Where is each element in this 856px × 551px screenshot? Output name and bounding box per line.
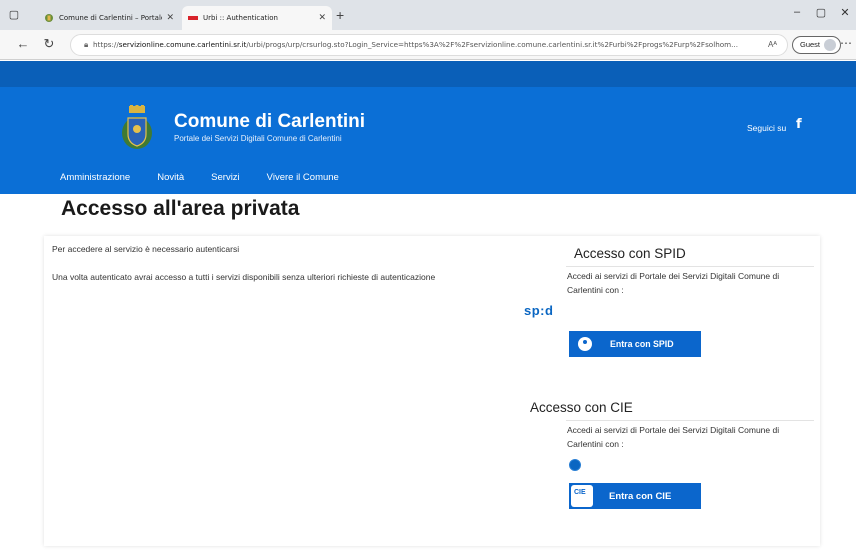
tab-strip: ▢ Comune di Carlentini – Portale ser ✕ U… — [0, 0, 856, 30]
cie-section-title: Accesso con CIE — [530, 400, 633, 415]
user-icon — [578, 337, 592, 351]
top-strip — [0, 61, 856, 87]
url-path: /urbi/progs/urp/crsurlog.sto?Login_Servi… — [246, 40, 739, 49]
spid-login-button[interactable]: Entra con SPID — [569, 331, 701, 357]
main-menu: Amministrazione Novità Servizi Vivere il… — [60, 172, 366, 183]
avatar — [824, 39, 837, 51]
new-tab-icon[interactable]: + — [336, 7, 344, 23]
intro-text: Per accedere al servizio è necessario au… — [52, 244, 240, 254]
follow-label: Seguici su — [747, 123, 787, 133]
urbi-favicon-icon — [188, 16, 198, 20]
read-aloud-icon[interactable]: Aᴬ — [768, 40, 777, 49]
page-title: Accesso all'area privata — [61, 197, 300, 220]
menu-item-servizi[interactable]: Servizi — [211, 172, 240, 183]
menu-item-amministrazione[interactable]: Amministrazione — [60, 172, 130, 183]
cie-button-label: Entra con CIE — [609, 490, 672, 502]
info-text: Una volta autenticato avrai accesso a tu… — [52, 272, 436, 282]
minimize-icon[interactable]: – — [786, 6, 808, 18]
cie-icon-text: CIE — [574, 489, 586, 496]
id-card-icon: CIE — [571, 485, 593, 507]
tab-title: Comune di Carlentini – Portale ser — [59, 14, 162, 22]
tab-actions-icon[interactable]: ▢ — [4, 6, 24, 24]
site-header: Comune di Carlentini Portale dei Servizi… — [0, 87, 856, 194]
tab-urbi-authentication[interactable]: Urbi :: Authentication ✕ — [182, 6, 332, 30]
url-field[interactable]: https://servizionline.comune.carlentini.… — [70, 34, 788, 56]
address-bar-row: ← ↻ https://servizionline.comune.carlent… — [0, 30, 856, 60]
spid-button-label: Entra con SPID — [610, 339, 674, 349]
menu-item-novita[interactable]: Novità — [157, 172, 184, 183]
back-arrow-icon[interactable]: ← — [14, 36, 32, 51]
tab-close-icon[interactable]: ✕ — [318, 13, 326, 23]
cie-description: Accedi ai servizi di Portale dei Servizi… — [567, 425, 780, 449]
site-favicon-icon — [45, 14, 53, 22]
spid-divider — [566, 266, 814, 267]
menu-item-vivere-il-comune[interactable]: Vivere il Comune — [267, 172, 339, 183]
site-subtitle: Portale dei Servizi Digitali Comune di C… — [174, 134, 342, 143]
more-icon[interactable]: ⋯ — [840, 36, 852, 50]
tab-title: Urbi :: Authentication — [203, 14, 278, 22]
site-title[interactable]: Comune di Carlentini — [174, 111, 365, 133]
url-scheme: https:// — [93, 40, 119, 49]
maximize-icon[interactable]: ▢ — [810, 6, 832, 19]
profile-label: Guest — [800, 40, 821, 49]
spid-logo-icon: sp:d — [524, 303, 554, 318]
coat-of-arms-icon[interactable] — [120, 105, 154, 151]
cie-logo-icon — [569, 459, 581, 471]
web-page: Comune di Carlentini Portale dei Servizi… — [0, 61, 856, 551]
login-card: Per accedere al servizio è necessario au… — [44, 236, 820, 546]
facebook-icon[interactable]: f — [796, 117, 802, 132]
reload-icon[interactable]: ↻ — [40, 36, 58, 52]
cie-divider — [566, 420, 814, 421]
tab-comune-portal[interactable]: Comune di Carlentini – Portale ser ✕ — [38, 6, 180, 30]
lock-icon[interactable]: 🔒︎ — [84, 40, 88, 50]
profile-button[interactable]: Guest — [792, 36, 842, 54]
spid-section-title: Accesso con SPID — [574, 246, 686, 261]
cie-login-button[interactable]: CIE Entra con CIE — [569, 483, 701, 509]
url-domain: servizionline.comune.carlentini.sr.it — [118, 40, 247, 49]
close-window-icon[interactable]: ✕ — [834, 6, 856, 19]
browser-window: ▢ Comune di Carlentini – Portale ser ✕ U… — [0, 0, 856, 551]
tab-close-icon[interactable]: ✕ — [166, 13, 174, 23]
spid-description: Accedi ai servizi di Portale dei Servizi… — [567, 271, 780, 295]
